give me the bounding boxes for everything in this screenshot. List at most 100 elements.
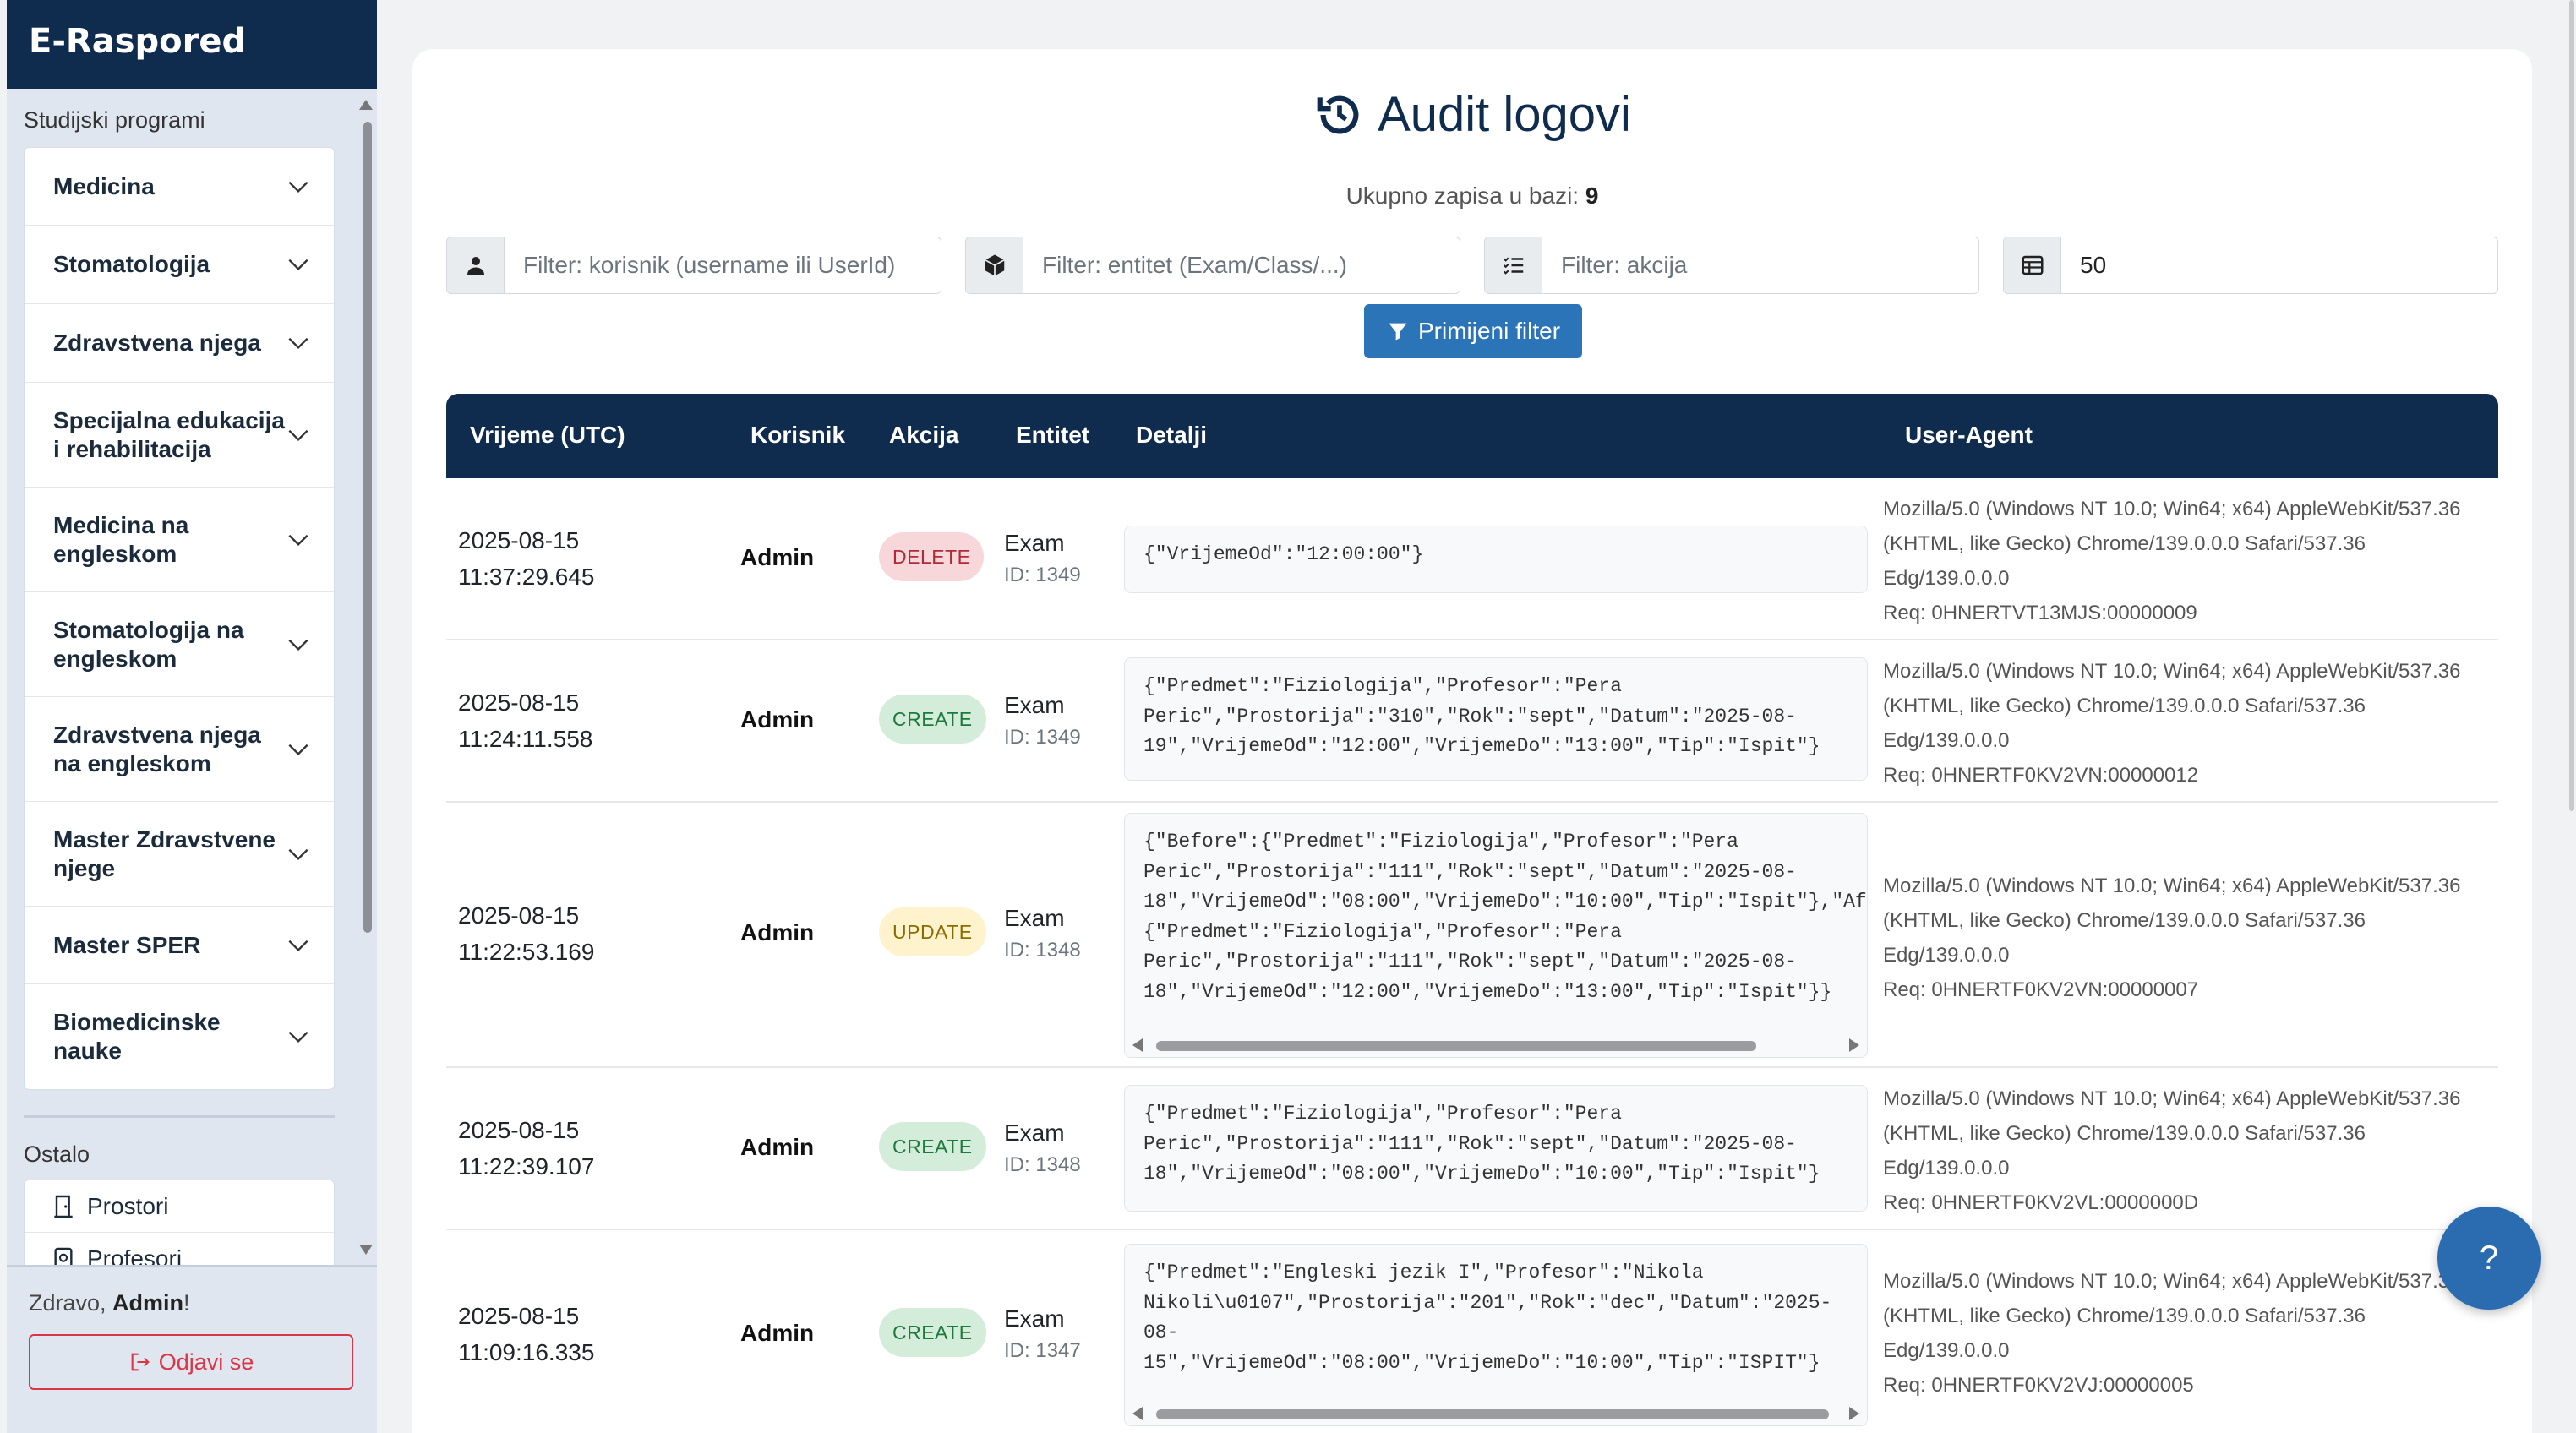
scroll-right-arrow[interactable] (1849, 1407, 1859, 1420)
chevron-down-icon (288, 940, 308, 951)
entity-id: ID: 1349 (1004, 564, 1081, 586)
user-cell: Admin (740, 544, 815, 570)
user-cell: Admin (740, 919, 815, 945)
user-filter-input[interactable] (505, 237, 941, 293)
user-filter-addon (447, 237, 505, 293)
door-icon (54, 1195, 73, 1218)
details-scroll-container: {"Before":{"Predmet":"Fiziologija","Prof… (1124, 813, 1868, 1058)
sidebar-item-master-zdravstvene[interactable]: Master Zdravstvene njege (25, 802, 334, 907)
scrollbar-thumb[interactable] (363, 122, 372, 933)
sidebar-scroll-area: Studijski programi Medicina Stomatologij… (7, 89, 377, 1265)
entity-name: Exam (1004, 905, 1065, 931)
details-hscrollbar[interactable] (1124, 1404, 1868, 1423)
details-hscrollbar[interactable] (1124, 1036, 1868, 1054)
sidebar-item-medicina-engleski[interactable]: Medicina na engleskom (25, 488, 334, 592)
time-cell: 2025-08-15 11:22:39.107 (458, 1112, 594, 1185)
scrollbar-thumb[interactable] (1156, 1041, 1756, 1051)
scroll-right-arrow[interactable] (1849, 1038, 1859, 1052)
entity-filter-input[interactable] (1023, 237, 1460, 293)
table-row: 2025-08-15 11:37:29.645 Admin DELETE Exa… (446, 478, 2498, 640)
details-scroll-container: {"Predmet":"Engleski jezik I","Profesor"… (1124, 1244, 1868, 1426)
user-agent-cell: Mozilla/5.0 (Windows NT 10.0; Win64; x64… (1883, 869, 2491, 1007)
entity-cell: Exam ID: 1349 (1004, 527, 1081, 591)
help-button[interactable]: ? (2437, 1207, 2541, 1310)
ua-line: (KHTML, like Gecko) Chrome/139.0.0.0 Saf… (1883, 1305, 2366, 1327)
action-badge: CREATE (879, 695, 986, 744)
time-cell: 2025-08-15 11:09:16.335 (458, 1298, 594, 1370)
user-agent-cell: Mozilla/5.0 (Windows NT 10.0; Win64; x64… (1883, 1082, 2491, 1220)
table-icon (2022, 255, 2043, 275)
scroll-left-arrow[interactable] (1132, 1038, 1143, 1052)
entity-filter-addon (966, 237, 1023, 293)
sidebar-item-zdravstvena-engleski[interactable]: Zdravstvena njega na engleskom (25, 697, 334, 802)
programs-list: Medicina Stomatologija Zdravstvena njega… (24, 147, 335, 1090)
sidebar-item-specijalna-edukacija[interactable]: Specijalna edukacija i rehabilitacija (25, 383, 334, 488)
page-size-addon (2004, 237, 2061, 293)
sidebar-scrollbar[interactable] (357, 91, 375, 1261)
sidebar-item-stomatologija-engleski[interactable]: Stomatologija na engleskom (25, 592, 334, 697)
ua-line: Mozilla/5.0 (Windows NT 10.0; Win64; x64… (1883, 1087, 2461, 1110)
scrollbar-thumb[interactable] (2569, 0, 2574, 811)
time-text: 11:22:39.107 (458, 1153, 595, 1180)
greeting: Zdravo, Admin! (7, 1267, 377, 1316)
chevron-down-icon (288, 337, 308, 350)
box-icon (984, 254, 1005, 276)
user-filter-group (446, 237, 941, 294)
page-scrollbar[interactable] (2568, 0, 2576, 1433)
ua-line: Edg/139.0.0.0 (1883, 1157, 2010, 1180)
entity-name: Exam (1004, 530, 1065, 556)
sidebar: E-Raspored Studijski programi Medicina S… (7, 0, 377, 1433)
sidebar-item-prostori[interactable]: Prostori (25, 1180, 334, 1233)
entity-filter-group (965, 237, 1460, 294)
main-card: Audit logovi Ukupno zapisa u bazi: 9 Fil… (412, 49, 2532, 1433)
other-list: Prostori Profesori (24, 1180, 335, 1265)
total-count: 9 (1585, 183, 1599, 209)
details-box: {"VrijemeOd":"12:00:00"} (1124, 526, 1868, 593)
ua-line: Mozilla/5.0 (Windows NT 10.0; Win64; x64… (1883, 1270, 2461, 1293)
scroll-up-arrow[interactable] (359, 100, 373, 110)
user-cell: Admin (740, 1134, 815, 1160)
logout-button[interactable]: Odjavi se (29, 1334, 353, 1390)
entity-cell: Exam ID: 1349 (1004, 689, 1081, 754)
sidebar-item-zdravstvena-njega[interactable]: Zdravstvena njega (25, 304, 334, 383)
brand-title[interactable]: E-Raspored (7, 0, 377, 89)
sidebar-item-profesori[interactable]: Profesori (25, 1233, 334, 1265)
date-text: 2025-08-15 (458, 1117, 580, 1143)
ua-line: Edg/139.0.0.0 (1883, 567, 2010, 590)
scroll-down-arrow[interactable] (359, 1245, 373, 1255)
time-text: 11:24:11.558 (458, 726, 593, 752)
col-user[interactable]: Korisnik (750, 422, 845, 449)
table-row: 2025-08-15 11:24:11.558 Admin CREATE Exa… (446, 640, 2498, 803)
sidebar-item-stomatologija[interactable]: Stomatologija (25, 226, 334, 304)
action-filter-group (1484, 237, 1979, 294)
entity-cell: Exam ID: 1347 (1004, 1303, 1081, 1367)
scrollbar-thumb[interactable] (1156, 1409, 1829, 1419)
greeting-user: Admin (112, 1290, 184, 1316)
sidebar-item-master-sper[interactable]: Master SPER (25, 907, 334, 984)
chevron-down-icon (288, 744, 308, 755)
ua-line: (KHTML, like Gecko) Chrome/139.0.0.0 Saf… (1883, 909, 2366, 932)
sidebar-item-label: Specijalna edukacija i rehabilitacija (53, 406, 285, 462)
scroll-left-arrow[interactable] (1132, 1407, 1143, 1420)
col-details[interactable]: Detalji (1136, 422, 1207, 449)
sidebar-item-medicina[interactable]: Medicina (25, 148, 334, 226)
logout-icon (131, 1353, 150, 1371)
request-id: Req: 0HNERTF0KV2VN:00000007 (1883, 978, 2199, 1001)
date-text: 2025-08-15 (458, 902, 580, 929)
person-badge-icon (54, 1247, 73, 1265)
apply-filter-button[interactable]: Primijeni filter (1364, 304, 1582, 358)
logout-label: Odjavi se (158, 1349, 254, 1375)
entity-id: ID: 1347 (1004, 1339, 1081, 1362)
ua-line: Edg/139.0.0.0 (1883, 729, 2010, 752)
col-time[interactable]: Vrijeme (UTC) (470, 422, 625, 449)
col-entity[interactable]: Entitet (1016, 422, 1089, 449)
table-row: 2025-08-15 11:22:39.107 Admin CREATE Exa… (446, 1068, 2498, 1230)
page-size-input[interactable] (2061, 237, 2497, 293)
sidebar-footer: Zdravo, Admin! Odjavi se (7, 1265, 377, 1433)
sidebar-item-biomedicinske-nauke[interactable]: Biomedicinske nauke (25, 984, 334, 1089)
col-user-agent[interactable]: User-Agent (1905, 422, 2033, 449)
user-agent-cell: Mozilla/5.0 (Windows NT 10.0; Win64; x64… (1883, 492, 2491, 630)
greeting-suffix: ! (183, 1290, 190, 1316)
col-action[interactable]: Akcija (889, 422, 959, 449)
action-filter-input[interactable] (1542, 237, 1978, 293)
